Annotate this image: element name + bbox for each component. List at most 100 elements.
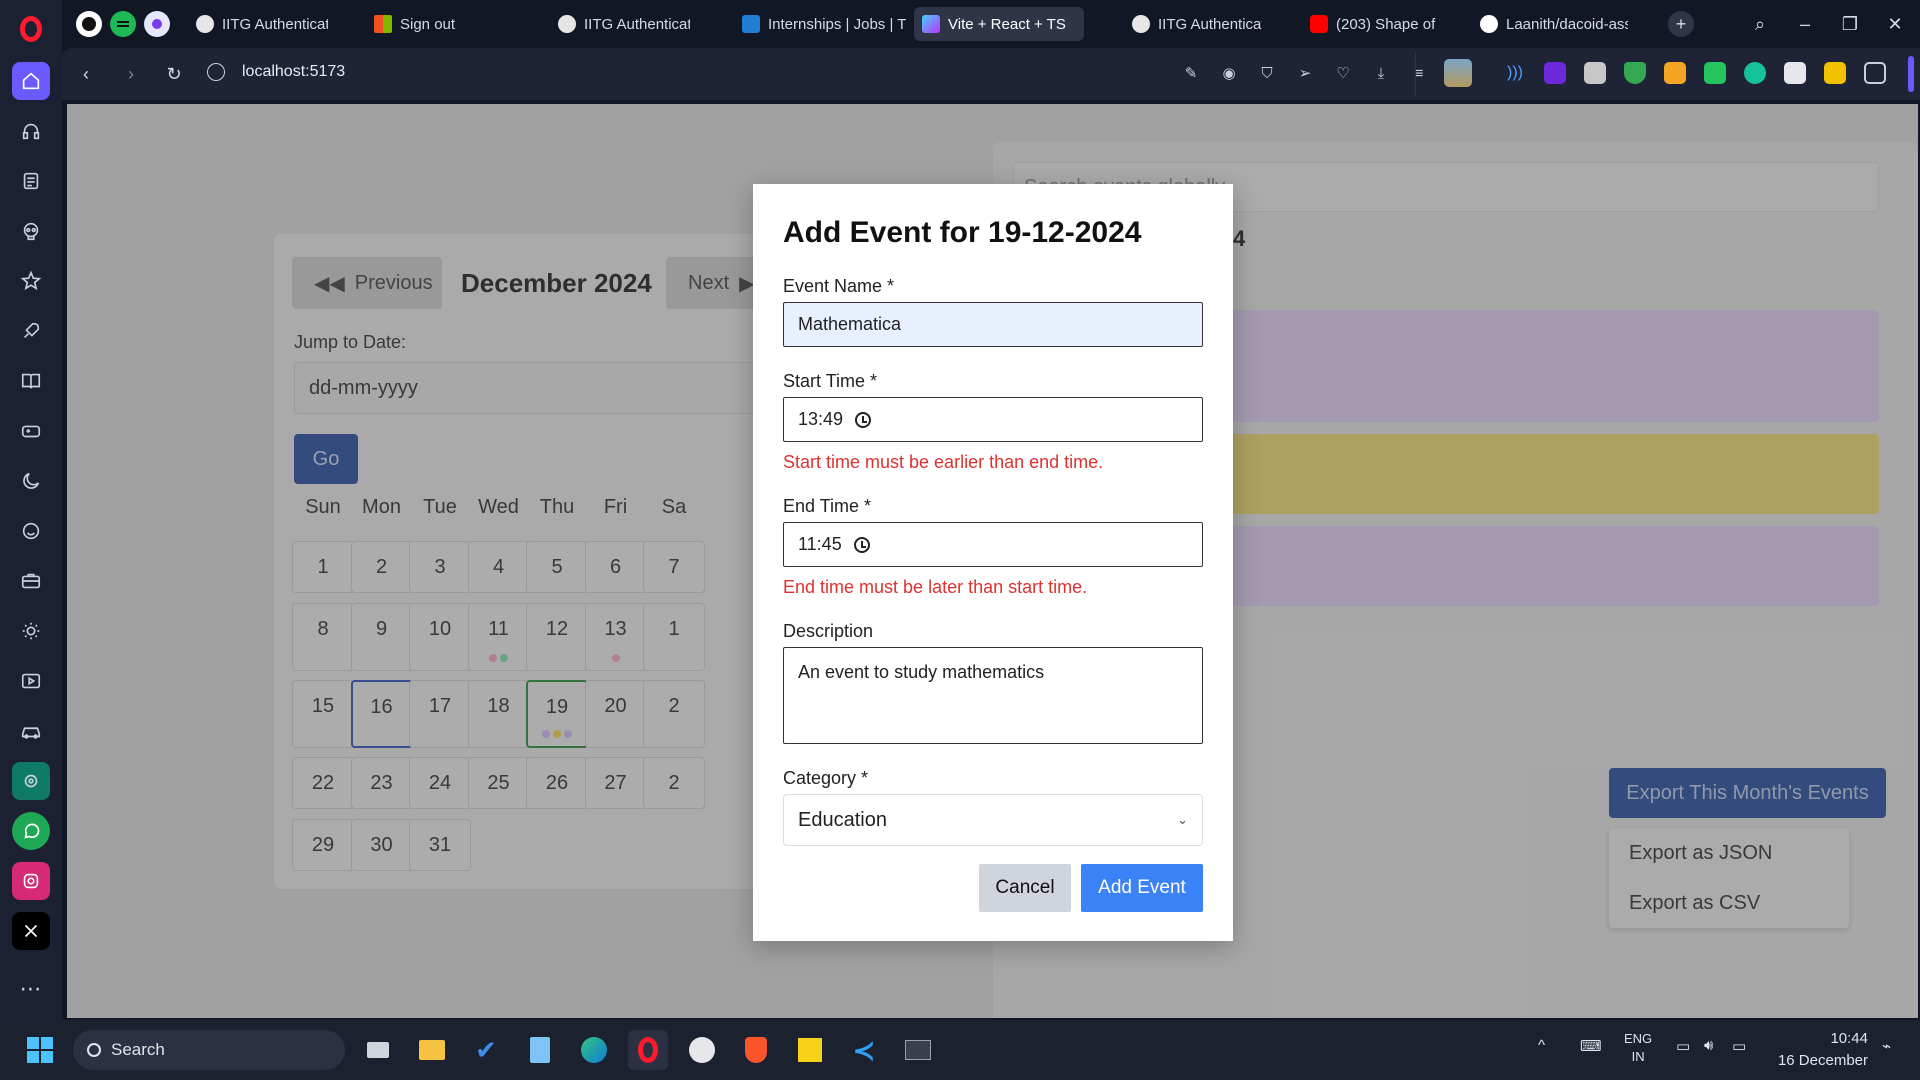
- notes-icon[interactable]: [12, 162, 50, 200]
- show-hidden-icons-icon[interactable]: ^: [1538, 1037, 1545, 1054]
- github-icon[interactable]: [76, 11, 102, 37]
- shield-icon[interactable]: ⛉: [1256, 62, 1278, 84]
- gamepad-icon[interactable]: [12, 412, 50, 450]
- site-info-icon[interactable]: [207, 63, 225, 81]
- globe-favicon-icon: [1132, 15, 1150, 33]
- battery-icon[interactable]: ▭: [1732, 1037, 1746, 1055]
- more-options-icon[interactable]: ⋯: [12, 970, 50, 1008]
- description-label: Description: [783, 621, 874, 641]
- video-icon[interactable]: [12, 662, 50, 700]
- notification-bell-icon[interactable]: ⌁: [1882, 1037, 1891, 1055]
- star-icon[interactable]: [12, 262, 50, 300]
- brave-icon[interactable]: [736, 1030, 776, 1070]
- tab-vite-react[interactable]: Vite + React + TS: [914, 7, 1084, 41]
- extension-print-icon[interactable]: [1584, 62, 1606, 84]
- opera-logo-icon[interactable]: [12, 10, 50, 48]
- tab-sign-out[interactable]: Sign out: [366, 7, 486, 41]
- volume-icon[interactable]: 🔊︎: [1704, 1037, 1713, 1054]
- clock-icon[interactable]: [855, 411, 872, 428]
- cancel-button[interactable]: Cancel: [979, 864, 1071, 912]
- start-time-label: Start Time *: [783, 371, 878, 391]
- clock-app-icon[interactable]: [682, 1030, 722, 1070]
- forward-icon[interactable]: ›: [117, 60, 145, 88]
- tab-iitg-auth-3[interactable]: IITG Authentication K: [1124, 7, 1262, 41]
- terminal-icon[interactable]: [898, 1030, 938, 1070]
- task-view-icon[interactable]: [358, 1030, 398, 1070]
- clock-icon[interactable]: [853, 536, 870, 553]
- new-tab-icon[interactable]: +: [1668, 11, 1694, 37]
- extension-doc-icon[interactable]: [1704, 62, 1726, 84]
- rocket-icon[interactable]: [12, 312, 50, 350]
- browser-sidebar: ⋯: [0, 0, 62, 1020]
- extension-pinned-icon[interactable]: [144, 11, 170, 37]
- extension-shield-icon[interactable]: [1624, 62, 1646, 84]
- extension-yellow-icon[interactable]: [1824, 62, 1846, 84]
- end-time-input[interactable]: 11:45: [783, 522, 1203, 567]
- opera-taskbar-icon[interactable]: [628, 1030, 668, 1070]
- extensions-puzzle-icon[interactable]: [1864, 62, 1886, 84]
- download-icon[interactable]: ⤓: [1370, 62, 1392, 84]
- close-window-icon[interactable]: ✕: [1880, 10, 1910, 38]
- extension-wave-icon[interactable]: ))): [1504, 62, 1526, 84]
- book-icon[interactable]: [12, 362, 50, 400]
- instagram-icon[interactable]: [12, 862, 50, 900]
- chatgpt-icon[interactable]: [12, 762, 50, 800]
- sidebar-toggle-indicator[interactable]: [1908, 56, 1914, 92]
- tab-iitg-auth-1[interactable]: IITG Authentication K: [188, 7, 328, 41]
- tab-iitg-auth-2[interactable]: IITG Authentication K: [550, 7, 690, 41]
- edge-icon[interactable]: [574, 1030, 614, 1070]
- car-icon[interactable]: [12, 712, 50, 750]
- edit-icon[interactable]: ✎: [1180, 62, 1202, 84]
- easy-setup-icon[interactable]: ≡: [1408, 62, 1430, 84]
- add-event-modal: Add Event for 19-12-2024 Event Name * Ma…: [753, 184, 1233, 941]
- sticky-notes-icon[interactable]: [790, 1030, 830, 1070]
- briefcase-icon[interactable]: [12, 562, 50, 600]
- profile-avatar[interactable]: [1444, 59, 1472, 87]
- camera-icon[interactable]: ◉: [1218, 62, 1240, 84]
- sun-icon[interactable]: [12, 612, 50, 650]
- extension-file-icon[interactable]: [1784, 62, 1806, 84]
- skull-icon[interactable]: [12, 212, 50, 250]
- taskbar-clock[interactable]: 10:44 16 December: [1778, 1028, 1868, 1072]
- todo-icon[interactable]: ✔: [466, 1030, 506, 1070]
- windows-taskbar: Search ✔ ≺ ^ ⌨ ENG IN ▭ 🔊︎ ▭ 10:44 16 De…: [0, 1020, 1920, 1080]
- grammarly-icon[interactable]: [1744, 62, 1766, 84]
- tab-internships[interactable]: Internships | Jobs | Tra: [734, 7, 906, 41]
- notepad-icon[interactable]: [520, 1030, 560, 1070]
- extension-forward-icon[interactable]: [1544, 62, 1566, 84]
- category-select[interactable]: Education ⌄: [783, 794, 1203, 846]
- heart-icon[interactable]: ♡: [1332, 62, 1354, 84]
- headphones-icon[interactable]: [12, 112, 50, 150]
- add-event-button[interactable]: Add Event: [1081, 864, 1203, 912]
- spotify-icon[interactable]: [110, 11, 136, 37]
- tab-strip: IITG Authentication K Sign out IITG Auth…: [62, 0, 1920, 48]
- taskbar-search[interactable]: Search: [73, 1030, 345, 1070]
- file-explorer-icon[interactable]: [412, 1030, 452, 1070]
- language-indicator[interactable]: ENG IN: [1624, 1030, 1652, 1066]
- home-icon[interactable]: [12, 62, 50, 100]
- extension-pen-icon[interactable]: [1664, 62, 1686, 84]
- category-label: Category *: [783, 768, 869, 788]
- back-icon[interactable]: ‹: [72, 60, 100, 88]
- event-name-input[interactable]: Mathematica: [783, 302, 1203, 347]
- start-time-input[interactable]: 13:49: [783, 397, 1203, 442]
- x-twitter-icon[interactable]: [12, 912, 50, 950]
- start-time-error: Start time must be earlier than end time…: [783, 452, 1104, 472]
- tab-youtube[interactable]: (203) Shape of You (: [1302, 7, 1440, 41]
- reload-icon[interactable]: ↻: [160, 60, 188, 88]
- minimize-icon[interactable]: –: [1790, 10, 1820, 38]
- search-tabs-icon[interactable]: ⌕: [1745, 10, 1775, 38]
- moon-icon[interactable]: [12, 462, 50, 500]
- smiley-icon[interactable]: [12, 512, 50, 550]
- restore-icon[interactable]: ❐: [1835, 10, 1865, 38]
- keyboard-icon[interactable]: ⌨: [1580, 1037, 1602, 1055]
- github-favicon-icon: [1480, 15, 1498, 33]
- windows-start-icon[interactable]: [20, 1030, 60, 1070]
- description-textarea[interactable]: An event to study mathematics: [783, 647, 1203, 744]
- tab-github-repo[interactable]: Laanith/dacoid-assign: [1472, 7, 1628, 41]
- vscode-icon[interactable]: ≺: [844, 1030, 884, 1070]
- network-icon[interactable]: ▭: [1676, 1037, 1690, 1055]
- url-field[interactable]: localhost:5173: [242, 63, 345, 81]
- send-icon[interactable]: ➢: [1294, 62, 1316, 84]
- whatsapp-icon[interactable]: [12, 812, 50, 850]
